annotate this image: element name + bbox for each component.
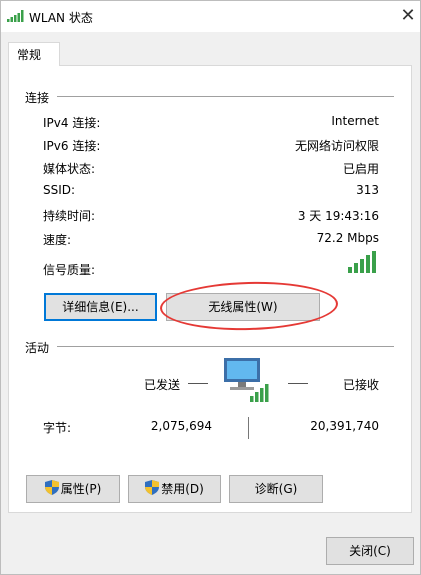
signal-strength-icon [348,251,376,273]
connection-heading: 连接 [25,91,50,105]
signal-bar-2 [354,263,358,273]
signal-bar-3 [360,259,364,273]
activity-heading: 活动 [25,341,50,355]
tab-general[interactable]: 常规 [8,42,60,66]
wlan-status-window: WLAN 状态 ✕ 常规 连接 IPv4 连接: Internet IPv6 连… [0,0,421,575]
disable-button[interactable]: 禁用(D) [128,475,221,503]
general-tab-panel [8,65,412,513]
diagnose-button[interactable]: 诊断(G) [229,475,323,503]
speed-value: 72.2 Mbps [316,231,379,245]
network-computer-icon [224,358,269,402]
bytes-received-value: 20,391,740 [310,419,379,433]
bytes-label: 字节: [43,421,72,435]
media-state-label: 媒体状态: [43,162,96,176]
connection-divider [57,96,394,97]
duration-label: 持续时间: [43,209,96,223]
speed-label: 速度: [43,233,72,247]
sent-connector-line [188,383,208,384]
window-title: WLAN 状态 [29,11,93,25]
ipv4-value: Internet [331,114,379,128]
media-state-value: 已启用 [342,162,379,176]
signal-bar-4 [366,255,370,273]
duration-value: 3 天 19:43:16 [297,209,379,223]
close-window-button[interactable]: ✕ [395,3,421,29]
ssid-label: SSID: [43,183,76,197]
uac-shield-icon [145,480,160,495]
disable-button-label: 禁用(D) [161,482,204,496]
wireless-properties-button[interactable]: 无线属性(W) [166,293,320,321]
details-button[interactable]: 详细信息(E)... [44,293,157,321]
close-icon: ✕ [400,5,416,26]
properties-button-label: 属性(P) [60,482,102,496]
signal-bar-1 [348,267,352,273]
wifi-signal-icon [7,10,24,22]
bytes-sent-value: 2,075,694 [150,419,212,433]
received-label: 已接收 [343,378,380,392]
title-bar[interactable]: WLAN 状态 ✕ [1,1,420,32]
sent-label: 已发送 [144,378,181,392]
received-connector-line [288,383,308,384]
signal-quality-label: 信号质量: [43,263,96,277]
ipv6-label: IPv6 连接: [43,139,101,153]
bytes-separator [248,417,249,439]
properties-button[interactable]: 属性(P) [26,475,120,503]
ipv6-value: 无网络访问权限 [294,139,379,153]
close-button[interactable]: 关闭(C) [326,537,414,565]
uac-shield-icon [44,480,59,495]
ssid-value: 313 [356,183,379,197]
activity-divider [57,346,394,347]
ipv4-label: IPv4 连接: [43,116,101,130]
signal-bar-5 [372,251,376,273]
